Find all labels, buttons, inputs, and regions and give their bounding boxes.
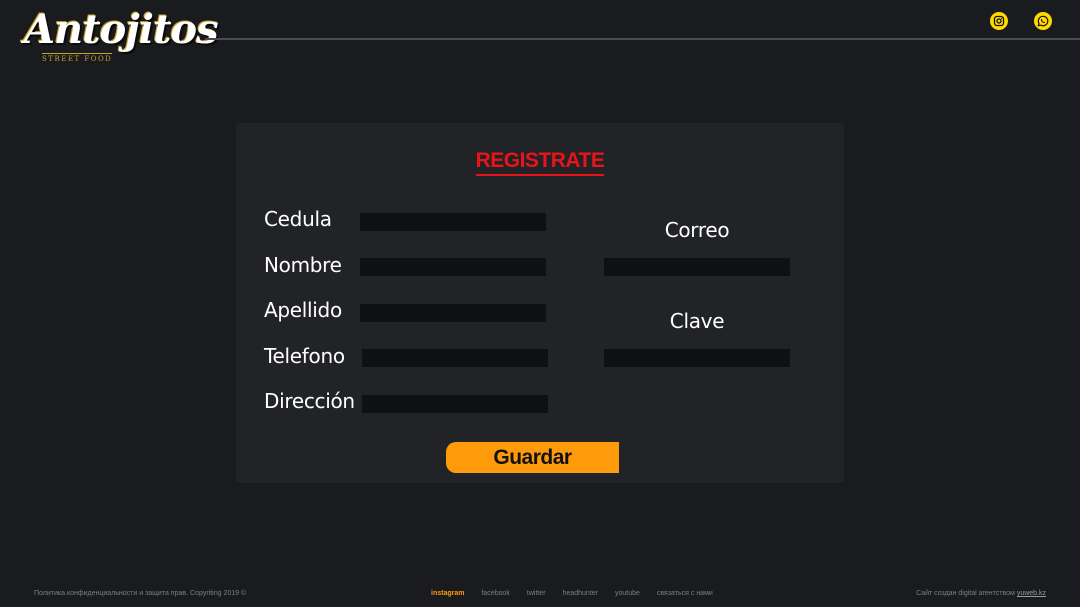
footer-credit-text: Сайт создан digital агентством <box>916 590 1015 597</box>
direccion-label: Dirección <box>264 389 355 413</box>
footer-link-youtube[interactable]: youtube <box>615 590 640 597</box>
brand-logo[interactable]: Antojitos STREET FOOD <box>24 8 219 70</box>
nombre-label: Nombre <box>264 253 342 277</box>
footer-copyright: Политика конфиденциальности и защита пра… <box>34 590 247 597</box>
footer: Политика конфиденциальности и защита пра… <box>0 590 1080 602</box>
footer-link-twitter[interactable]: twitter <box>527 590 546 597</box>
apellido-field[interactable] <box>360 304 546 322</box>
apellido-label: Apellido <box>264 298 342 322</box>
footer-links: instagram facebook twitter headhunter yo… <box>431 590 713 597</box>
telefono-field[interactable] <box>362 349 548 367</box>
whatsapp-icon[interactable] <box>1034 12 1052 30</box>
header-divider <box>205 38 1080 40</box>
cedula-field[interactable] <box>360 213 546 231</box>
telefono-label: Telefono <box>264 344 345 368</box>
correo-field[interactable] <box>604 258 790 276</box>
save-button[interactable]: Guardar <box>446 442 619 473</box>
direccion-field[interactable] <box>362 395 548 413</box>
brand-tagline: STREET FOOD <box>42 53 113 63</box>
correo-label: Correo <box>664 218 730 242</box>
register-title-wrap: REGISTRATE <box>236 149 844 176</box>
footer-link-facebook[interactable]: facebook <box>481 590 509 597</box>
footer-link-instagram[interactable]: instagram <box>431 590 464 597</box>
footer-link-contact[interactable]: связаться с нами <box>657 590 713 597</box>
instagram-icon[interactable] <box>990 12 1008 30</box>
clave-label: Clave <box>669 309 725 333</box>
register-title: REGISTRATE <box>475 149 605 176</box>
instagram-glyph <box>993 15 1005 27</box>
brand-name: Antojitos <box>24 6 219 53</box>
footer-credit-link[interactable]: yuweb.kz <box>1017 590 1046 597</box>
register-card: REGISTRATE Cedula Nombre Apellido Telefo… <box>236 123 844 483</box>
page: Antojitos STREET FOOD REGISTRATE Cedula … <box>0 0 1080 607</box>
whatsapp-glyph <box>1037 15 1049 27</box>
cedula-label: Cedula <box>264 207 332 231</box>
footer-credit: Сайт создан digital агентством yuweb.kz <box>916 590 1046 597</box>
clave-field[interactable] <box>604 349 790 367</box>
nombre-field[interactable] <box>360 258 546 276</box>
footer-link-headhunter[interactable]: headhunter <box>563 590 598 597</box>
